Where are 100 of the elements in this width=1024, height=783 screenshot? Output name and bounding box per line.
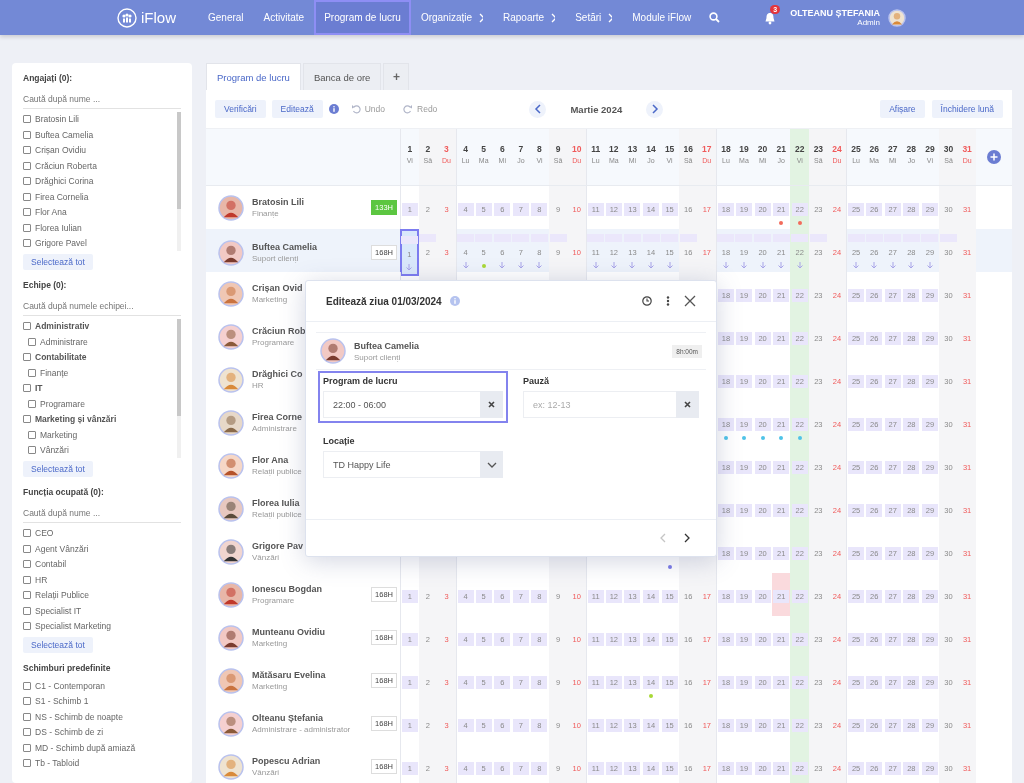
checkbox[interactable] [23, 130, 31, 139]
checkbox-label[interactable]: Florea Iulian [35, 222, 82, 233]
checkbox-label[interactable]: Buftea Camelia [35, 129, 94, 140]
employee-name[interactable]: Bratosin Lili [252, 197, 304, 207]
nav-item[interactable]: Rapoarte [493, 0, 566, 35]
checkbox[interactable] [23, 208, 31, 217]
select-all-button[interactable]: Selectează tot [23, 254, 93, 270]
checkbox[interactable] [23, 415, 31, 424]
checkbox[interactable] [23, 161, 31, 170]
checkbox-label[interactable]: Programare [40, 398, 85, 409]
next-day-button[interactable] [682, 533, 692, 543]
checkbox-label[interactable]: Contabilitate [35, 352, 87, 363]
input-field[interactable]: 22:00 - 06:00 [323, 391, 480, 418]
checkbox-label[interactable]: Administrare [40, 336, 88, 347]
employee-name[interactable]: Crăciun Rob [252, 326, 306, 336]
clear-button[interactable] [676, 391, 699, 418]
employee-name[interactable]: Florea Iulia [252, 498, 300, 508]
checkbox[interactable] [23, 223, 31, 232]
checkbox-label[interactable]: Crișan Ovidiu [35, 145, 87, 156]
checkbox-label[interactable]: Finanțe [40, 367, 69, 378]
checkbox-label[interactable]: Contabil [35, 559, 67, 570]
select-all-button[interactable]: Selectează tot [23, 461, 93, 477]
scrollbar[interactable] [177, 318, 181, 458]
checkbox[interactable] [23, 177, 31, 186]
next-month-button[interactable] [646, 100, 664, 118]
toolbar-button[interactable]: Afișare [880, 100, 925, 118]
employee-name[interactable]: Popescu Adrian [252, 756, 321, 766]
nav-item[interactable]: Setări [565, 0, 623, 35]
location-select[interactable]: TD Happy Life [323, 451, 480, 478]
checkbox-label[interactable]: Firea Cornelia [35, 191, 89, 202]
tab[interactable]: Program de lucru [206, 63, 301, 90]
employee-name[interactable]: Flor Ana [252, 455, 289, 465]
employee-name[interactable]: Ionescu Bogdan [252, 584, 322, 594]
employee-name[interactable]: Crișan Ovid [252, 283, 303, 293]
checkbox-label[interactable]: Drăghici Corina [35, 176, 94, 187]
employee-name[interactable]: Grigore Pav [252, 541, 304, 551]
checkbox[interactable] [28, 368, 36, 377]
checkbox[interactable] [28, 337, 36, 346]
employee-name[interactable]: Firea Corne [252, 412, 302, 422]
checkbox-label[interactable]: NS - Schimb de noapte [35, 711, 123, 722]
checkbox[interactable] [23, 591, 31, 600]
checkbox[interactable] [23, 146, 31, 155]
tab[interactable]: Banca de ore [302, 63, 382, 90]
dropdown-button[interactable] [480, 451, 503, 478]
checkbox[interactable] [23, 681, 31, 690]
close-icon[interactable] [684, 295, 696, 307]
checkbox[interactable] [23, 759, 31, 768]
checkbox-label[interactable]: CEO [35, 528, 54, 539]
toolbar-button[interactable]: Închidere lună [931, 100, 1003, 118]
nav-item[interactable]: General [198, 0, 254, 35]
checkbox[interactable] [23, 728, 31, 737]
add-icon[interactable] [987, 150, 1002, 164]
checkbox[interactable] [23, 239, 31, 248]
checkbox[interactable] [23, 575, 31, 584]
previous-month-button[interactable] [529, 100, 547, 118]
checkbox[interactable] [23, 743, 31, 752]
toolbar-button[interactable]: Verificări [215, 100, 266, 118]
checkbox[interactable] [28, 430, 36, 439]
employee-name[interactable]: Olteanu Ștefania [252, 713, 323, 723]
checkbox-label[interactable]: Vânzări [40, 445, 69, 456]
clock-icon[interactable] [642, 296, 652, 306]
checkbox-label[interactable]: MD - Schimb după amiază [35, 742, 136, 753]
checkbox-label[interactable]: IT [35, 383, 43, 394]
checkbox[interactable] [28, 399, 36, 408]
select-all-button[interactable]: Selectează tot [23, 637, 93, 653]
checkbox[interactable] [23, 544, 31, 553]
checkbox-label[interactable]: Specialist IT [35, 605, 82, 616]
checkbox[interactable] [23, 115, 31, 124]
employee-name[interactable]: Drăghici Co [252, 369, 303, 379]
checkbox-label[interactable]: Relații Publice [35, 590, 89, 601]
checkbox[interactable] [23, 192, 31, 201]
checkbox-label[interactable]: Grigore Pavel [35, 238, 87, 249]
input-field[interactable]: ex: 12-13 [523, 391, 676, 418]
checkbox-label[interactable]: HR [35, 574, 48, 585]
checkbox-label[interactable]: Crăciun Roberta [35, 160, 97, 171]
checkbox-label[interactable]: C1 - Contemporan [35, 680, 105, 691]
bell-icon[interactable] [764, 11, 777, 25]
checkbox-label[interactable]: Bratosin Lili [35, 114, 79, 125]
checkbox[interactable] [23, 712, 31, 721]
checkbox[interactable] [23, 384, 31, 393]
checkbox[interactable] [23, 322, 31, 331]
checkbox[interactable] [23, 560, 31, 569]
nav-item[interactable]: Program de lucru [314, 0, 411, 35]
search-icon[interactable] [709, 12, 721, 23]
checkbox[interactable] [23, 353, 31, 362]
checkbox-label[interactable]: Marketing [40, 429, 78, 440]
checkbox-label[interactable]: DS - Schimb de zi [35, 727, 104, 738]
more-icon[interactable] [666, 296, 670, 306]
checkbox-label[interactable]: Tb - Tabloid [35, 758, 80, 769]
employee-name[interactable]: Buftea Camelia [252, 242, 318, 252]
checkbox[interactable] [28, 446, 36, 455]
clear-button[interactable] [480, 391, 503, 418]
checkbox-label[interactable]: Administrativ [35, 321, 90, 332]
checkbox[interactable] [23, 529, 31, 538]
checkbox-label[interactable]: Specialist Marketing [35, 621, 112, 632]
add-tab-button[interactable]: + [383, 63, 410, 90]
checkbox-label[interactable]: Flor Ana [35, 207, 67, 218]
scrollbar[interactable] [177, 111, 181, 251]
nav-item[interactable]: Module iFlow [622, 0, 702, 35]
checkbox[interactable] [23, 606, 31, 615]
